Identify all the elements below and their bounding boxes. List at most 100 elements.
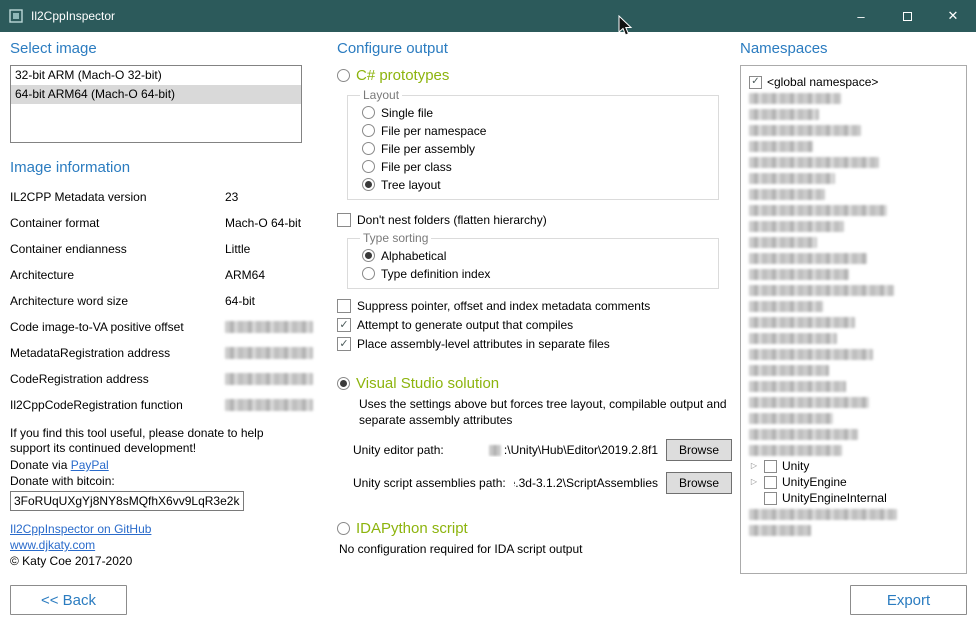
- idapython-radio[interactable]: IDAPython script: [337, 520, 732, 537]
- namespace-item[interactable]: ▷Unity: [749, 458, 962, 474]
- unity-editor-path-value: :\Unity\Hub\Editor\2019.2.8f1: [452, 443, 658, 457]
- browse-script-button[interactable]: Browse: [666, 472, 732, 494]
- image-list-item[interactable]: 64-bit ARM64 (Mach-O 64-bit): [11, 85, 301, 104]
- idapython-label: IDAPython script: [356, 520, 468, 537]
- namespace-item-redacted[interactable]: [749, 522, 962, 538]
- minimize-button[interactable]: –: [838, 0, 884, 32]
- namespace-item[interactable]: UnityEngineInternal: [749, 490, 962, 506]
- redacted-value: [225, 347, 313, 359]
- namespace-item-redacted[interactable]: [749, 170, 962, 186]
- image-list-item[interactable]: 32-bit ARM (Mach-O 32-bit): [11, 66, 301, 85]
- namespace-item-redacted[interactable]: [749, 154, 962, 170]
- namespace-item-redacted[interactable]: [749, 186, 962, 202]
- export-button[interactable]: Export: [850, 585, 967, 615]
- info-row: IL2CPP Metadata version23: [10, 184, 302, 210]
- namespace-item-redacted[interactable]: [749, 394, 962, 410]
- namespace-item-redacted[interactable]: [749, 442, 962, 458]
- namespace-item-redacted[interactable]: [749, 506, 962, 522]
- checkbox-icon: [764, 476, 777, 489]
- namespace-item-redacted[interactable]: [749, 282, 962, 298]
- namespace-item-redacted[interactable]: [749, 362, 962, 378]
- radio-icon: [362, 178, 375, 191]
- namespace-item[interactable]: ✓<global namespace>: [749, 74, 962, 90]
- csharp-prototypes-label: C# prototypes: [356, 67, 449, 84]
- expander-icon[interactable]: ▷: [749, 478, 759, 486]
- info-row: ArchitectureARM64: [10, 262, 302, 288]
- checkbox-icon: [337, 299, 351, 313]
- type-sorting-option-label: Alphabetical: [381, 249, 446, 263]
- namespace-item-redacted[interactable]: [749, 314, 962, 330]
- layout-option[interactable]: Single file: [358, 105, 708, 120]
- output-checkbox[interactable]: ✓ Attempt to generate output that compile…: [337, 318, 732, 332]
- namespace-item[interactable]: ▷UnityEngine: [749, 474, 962, 490]
- flatten-checkbox-label: Don't nest folders (flatten hierarchy): [357, 213, 547, 227]
- namespace-item-redacted[interactable]: [749, 202, 962, 218]
- maximize-button[interactable]: [884, 0, 930, 32]
- info-label: Container endianness: [10, 242, 225, 256]
- visual-studio-radio[interactable]: Visual Studio solution: [337, 375, 732, 392]
- info-value: ARM64: [225, 268, 302, 282]
- checkbox-icon: ✓: [749, 76, 762, 89]
- namespace-item-redacted[interactable]: [749, 330, 962, 346]
- namespace-label: UnityEngineInternal: [782, 491, 887, 505]
- namespace-item-redacted[interactable]: [749, 218, 962, 234]
- image-info-table: IL2CPP Metadata version23 Container forma…: [10, 184, 302, 418]
- output-checkbox-label: Attempt to generate output that compiles: [357, 318, 573, 332]
- donate-bitcoin-label: Donate with bitcoin:: [10, 473, 302, 489]
- type-sorting-option[interactable]: Alphabetical: [358, 248, 708, 263]
- browse-editor-button[interactable]: Browse: [666, 439, 732, 461]
- namespace-item-redacted[interactable]: [749, 138, 962, 154]
- donate-via-line: Donate via PayPal: [10, 457, 302, 473]
- namespace-item-redacted[interactable]: [749, 426, 962, 442]
- redacted-namespace: [749, 189, 825, 200]
- paypal-link[interactable]: PayPal: [71, 458, 109, 472]
- redacted-namespace: [749, 301, 823, 312]
- info-value: [225, 321, 313, 333]
- info-label: Container format: [10, 216, 225, 230]
- csharp-prototypes-radio[interactable]: C# prototypes: [337, 67, 732, 84]
- output-checkbox-label: Place assembly-level attributes in separ…: [357, 337, 610, 351]
- image-list[interactable]: 32-bit ARM (Mach-O 32-bit)64-bit ARM64 (…: [10, 65, 302, 143]
- bitcoin-address-input[interactable]: [10, 491, 244, 511]
- namespace-item-redacted[interactable]: [749, 106, 962, 122]
- maximize-icon: [903, 12, 912, 21]
- info-value: [225, 347, 313, 359]
- namespace-item-redacted[interactable]: [749, 378, 962, 394]
- namespace-item-redacted[interactable]: [749, 234, 962, 250]
- flatten-checkbox-row[interactable]: Don't nest folders (flatten hierarchy): [337, 213, 732, 227]
- info-label: Code image-to-VA positive offset: [10, 320, 225, 334]
- unity-editor-path-text: :\Unity\Hub\Editor\2019.2.8f1: [504, 443, 658, 457]
- website-link[interactable]: www.djkaty.com: [10, 537, 302, 553]
- namespace-item-redacted[interactable]: [749, 250, 962, 266]
- output-checkbox[interactable]: Suppress pointer, offset and index metad…: [337, 299, 732, 313]
- redacted-namespace: [749, 237, 817, 248]
- redacted-namespace: [749, 413, 833, 424]
- namespace-item-redacted[interactable]: [749, 90, 962, 106]
- checkbox-icon: ✓: [337, 318, 351, 332]
- namespace-list[interactable]: ✓<global namespace> ▷Unity▷UnityEngineUni…: [740, 65, 967, 574]
- redacted-namespace: [749, 109, 819, 120]
- namespace-item-redacted[interactable]: [749, 122, 962, 138]
- checkbox-icon: ✓: [337, 337, 351, 351]
- info-row: Il2CppCodeRegistration function: [10, 392, 302, 418]
- github-link[interactable]: Il2CppInspector on GitHub: [10, 521, 302, 537]
- layout-option[interactable]: File per namespace: [358, 123, 708, 138]
- radio-icon: [362, 106, 375, 119]
- back-button[interactable]: << Back: [10, 585, 127, 615]
- checkbox-icon: [764, 460, 777, 473]
- expander-icon[interactable]: ▷: [749, 462, 759, 470]
- namespace-item-redacted[interactable]: [749, 410, 962, 426]
- window-title: Il2CppInspector: [31, 9, 115, 23]
- layout-option[interactable]: File per class: [358, 159, 708, 174]
- namespace-item-redacted[interactable]: [749, 266, 962, 282]
- radio-icon: [337, 69, 350, 82]
- layout-option[interactable]: File per assembly: [358, 141, 708, 156]
- layout-option[interactable]: Tree layout: [358, 177, 708, 192]
- layout-group-title: Layout: [360, 88, 402, 102]
- output-checkbox[interactable]: ✓ Place assembly-level attributes in sepa…: [337, 337, 732, 351]
- namespace-item-redacted[interactable]: [749, 346, 962, 362]
- close-button[interactable]: ✕: [930, 0, 976, 32]
- layout-option-label: Tree layout: [381, 178, 441, 192]
- namespace-item-redacted[interactable]: [749, 298, 962, 314]
- type-sorting-option[interactable]: Type definition index: [358, 266, 708, 281]
